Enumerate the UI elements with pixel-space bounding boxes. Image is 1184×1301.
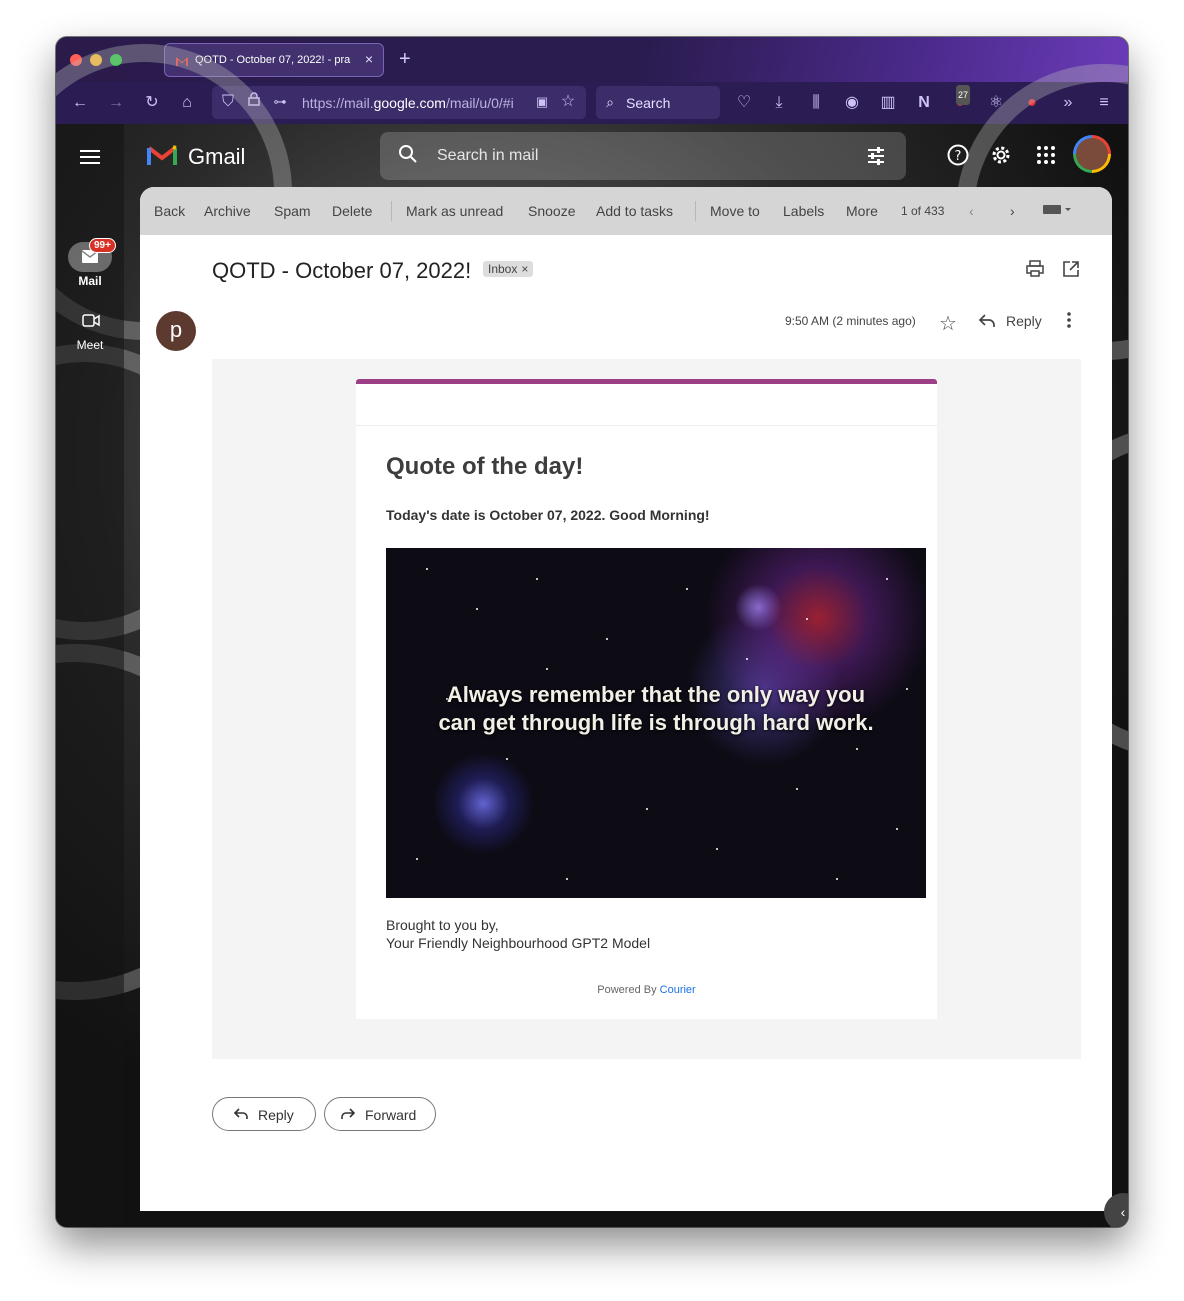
url-text: https://mail.google.com/mail/u/0/#i [302,95,514,111]
gmail-header: Gmail Search in mail ? [56,124,1128,188]
pagination-label: 1 of 433 [901,204,945,218]
mail-search-input[interactable]: Search in mail [380,132,906,180]
email-divider [356,425,937,426]
remove-label-icon[interactable]: × [521,262,528,276]
browser-search-label: Search [626,95,671,111]
forward-button[interactable]: Forward [324,1097,436,1131]
sender-avatar[interactable]: p [156,311,196,351]
pocket-icon[interactable]: ♡ [734,93,754,113]
gmail-logo-text: Gmail [188,144,246,169]
gmail-logo-icon [147,145,177,172]
message-toolbar: Back Archive Spam Delete Mark as unread … [140,187,1112,235]
labels-button[interactable]: Labels [783,203,824,219]
newer-chevron-icon[interactable]: ‹ [969,203,974,219]
library-icon[interactable]: ⫼ [806,93,826,113]
keyboard-input-icon[interactable] [1042,201,1072,220]
message-subject: QOTD - October 07, 2022! [212,258,472,283]
move-to-button[interactable]: Move to [710,203,760,219]
quote-text: Always remember that the only way you ca… [438,682,874,735]
email-accent-bar [356,379,937,384]
courier-link[interactable]: Courier [660,984,696,996]
search-placeholder: Search in mail [437,147,539,164]
main-menu-icon[interactable] [80,146,100,168]
email-date-line: Today's date is October 07, 2022. Good M… [386,507,710,523]
reply-button[interactable]: Reply [212,1097,316,1131]
notion-icon[interactable]: N [914,93,934,113]
gmail-app: Gmail Search in mail ? 99+ Mail Meet Bac… [56,44,1128,1227]
back-button[interactable]: Back [154,203,185,219]
signature-line-2: Your Friendly Neighbourhood GPT2 Model [386,935,651,951]
forward-arrow-icon [340,1107,356,1124]
message-timestamp: 9:50 AM (2 minutes ago) [785,314,916,328]
email-signature: Brought to you by, Your Friendly Neighbo… [386,916,650,952]
more-options-icon[interactable] [1066,311,1072,334]
star-icon[interactable]: ☆ [939,311,957,336]
tab-close-icon[interactable]: × [365,51,373,67]
snooze-button[interactable]: Snooze [528,203,575,219]
toolbar-divider [695,201,696,221]
email-body: Quote of the day! Today's date is Octobe… [212,359,1081,1059]
archive-button[interactable]: Archive [204,203,251,219]
extension-badge-count: 27 [956,85,971,105]
quote-image: Always remember that the only way you ca… [386,548,926,898]
help-icon[interactable]: ? [945,143,971,169]
extension-bars-icon[interactable]: ▥ [878,93,898,113]
downloads-icon[interactable]: ⤓ [769,93,789,113]
browser-search-box[interactable]: ⌕ Search [596,86,720,119]
powered-by-footer: Powered By Courier [356,984,937,996]
apps-grid-icon[interactable] [1033,143,1059,169]
account-avatar[interactable] [1073,135,1111,173]
more-button[interactable]: More [846,203,878,219]
print-icon[interactable] [1026,260,1044,283]
inbox-label-text: Inbox [488,262,518,276]
delete-button[interactable]: Delete [332,203,372,219]
unread-badge: 99+ [89,238,116,253]
inbox-label-chip[interactable]: Inbox × [483,261,534,277]
rail-meet-label: Meet [76,338,104,352]
permissions-icon: ⊶ [273,94,287,109]
extension-globe-icon[interactable]: ◉ [842,93,862,113]
add-to-tasks-button[interactable]: Add to tasks [596,203,673,219]
search-icon: ⌕ [606,94,614,110]
extension-badge-icon[interactable]: ● 27 [950,85,971,113]
older-chevron-icon[interactable]: › [1010,203,1015,219]
mark-unread-button[interactable]: Mark as unread [406,203,503,219]
signature-line-1: Brought to you by, [386,917,499,933]
svg-text:?: ? [955,149,962,164]
email-heading: Quote of the day! [386,453,584,480]
reader-view-icon[interactable]: ▣ [532,92,552,112]
search-options-icon[interactable] [866,146,886,171]
message-view: Back Archive Spam Delete Mark as unread … [140,187,1112,1211]
left-rail [56,124,124,1227]
spam-button[interactable]: Spam [274,203,311,219]
reply-arrow-icon [233,1107,249,1124]
new-tab-button[interactable]: + [399,48,411,71]
rail-mail-label: Mail [78,274,102,288]
forward-button-label: Forward [365,1107,417,1123]
email-content-card: Quote of the day! Today's date is Octobe… [356,379,937,1019]
settings-gear-icon[interactable] [988,143,1014,169]
bookmark-star-icon[interactable]: ☆ [558,92,578,112]
reply-header-button[interactable]: Reply [1006,313,1042,329]
open-new-window-icon[interactable] [1062,260,1080,283]
toolbar-divider [391,201,392,221]
powered-by-text: Powered By [597,984,657,996]
reply-arrow-icon[interactable] [978,313,996,334]
browser-window: QOTD - October 07, 2022! - pra × + ← → ↻… [56,37,1128,1227]
search-icon [398,144,418,169]
video-camera-icon [82,314,100,330]
reply-button-label: Reply [258,1107,294,1123]
